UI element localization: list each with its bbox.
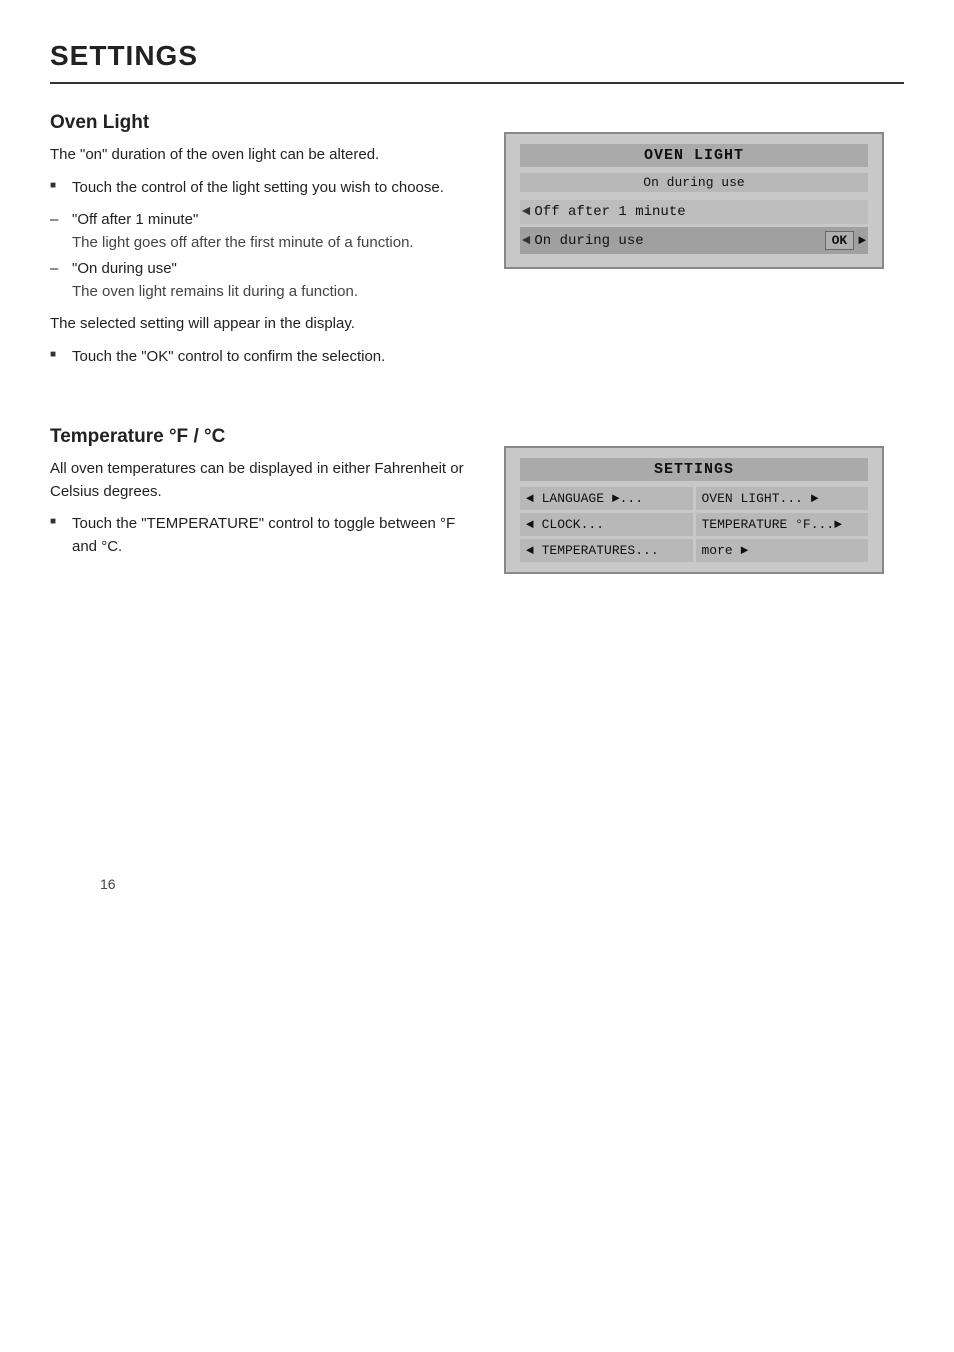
settings-cell-5[interactable]: ◄ TEMPERATURES... <box>520 539 693 562</box>
temperature-section: Temperature °F / °C All oven temperature… <box>50 426 904 574</box>
settings-display: SETTINGS ◄ LANGUAGE ►... OVEN LIGHT... ►… <box>504 446 884 574</box>
temperature-device: SETTINGS ◄ LANGUAGE ►... OVEN LIGHT... ►… <box>504 426 904 574</box>
row2-label: On during use <box>534 233 820 249</box>
settings-cell-1[interactable]: ◄ LANGUAGE ►... <box>520 487 693 510</box>
oven-light-dash-1: "Off after 1 minute" The light goes off … <box>50 209 474 254</box>
temperature-intro: All oven temperatures can be displayed i… <box>50 458 474 503</box>
cell3-text: ◄ CLOCK... <box>526 517 604 532</box>
temperature-heading: Temperature °F / °C <box>50 426 474 448</box>
oven-light-dash-2: "On during use" The oven light remains l… <box>50 258 474 303</box>
cell4-text: TEMPERATURE °F...► <box>702 517 842 532</box>
temperature-text: Temperature °F / °C All oven temperature… <box>50 426 504 568</box>
cell6-text: more ► <box>702 543 749 558</box>
oven-light-text: Oven Light The "on" duration of the oven… <box>50 112 504 378</box>
settings-display-title: SETTINGS <box>520 458 868 481</box>
settings-cell-6[interactable]: more ► <box>696 539 869 562</box>
oven-light-row1[interactable]: ◄ Off after 1 minute <box>520 200 868 224</box>
temperature-bullet-list: Touch the "TEMPERATURE" control to toggl… <box>50 513 474 558</box>
settings-grid: ◄ LANGUAGE ►... OVEN LIGHT... ► ◄ CLOCK.… <box>520 487 868 562</box>
oven-light-display-subtitle: On during use <box>520 173 868 192</box>
oven-light-bullet-2: Touch the "OK" control to confirm the se… <box>50 346 474 369</box>
title-divider <box>50 82 904 84</box>
settings-cell-2[interactable]: OVEN LIGHT... ► <box>696 487 869 510</box>
cell2-text: OVEN LIGHT... ► <box>702 491 819 506</box>
oven-light-row2[interactable]: ◄ On during use OK ► <box>520 227 868 254</box>
cell5-text: ◄ TEMPERATURES... <box>526 543 659 558</box>
row2-arrow-left: ◄ <box>522 233 530 249</box>
temperature-bullet-1: Touch the "TEMPERATURE" control to toggl… <box>50 513 474 558</box>
oven-light-bullet-list-2: Touch the "OK" control to confirm the se… <box>50 346 474 369</box>
oven-light-device: OVEN LIGHT On during use ◄ Off after 1 m… <box>504 112 904 269</box>
oven-light-display: OVEN LIGHT On during use ◄ Off after 1 m… <box>504 132 884 269</box>
ok-button[interactable]: OK <box>825 231 855 250</box>
oven-light-middle: The selected setting will appear in the … <box>50 313 474 336</box>
settings-cell-4[interactable]: TEMPERATURE °F...► <box>696 513 869 536</box>
ok-arrow-right: ► <box>858 233 866 248</box>
settings-cell-3[interactable]: ◄ CLOCK... <box>520 513 693 536</box>
oven-light-bullet-1: Touch the control of the light setting y… <box>50 177 474 200</box>
cell1-text: ◄ LANGUAGE ►... <box>526 491 643 506</box>
page-number: 16 <box>100 876 116 892</box>
row1-arrow-left: ◄ <box>522 204 530 220</box>
oven-light-dash-list: "Off after 1 minute" The light goes off … <box>50 209 474 303</box>
oven-light-intro: The "on" duration of the oven light can … <box>50 144 474 167</box>
oven-light-section: Oven Light The "on" duration of the oven… <box>50 112 904 378</box>
oven-light-display-title: OVEN LIGHT <box>520 144 868 167</box>
bottom-spacer: 16 <box>50 622 904 922</box>
oven-light-heading: Oven Light <box>50 112 474 134</box>
oven-light-bullet-list: Touch the control of the light setting y… <box>50 177 474 200</box>
page-title: SETTINGS <box>50 40 904 72</box>
row1-label: Off after 1 minute <box>534 204 866 220</box>
